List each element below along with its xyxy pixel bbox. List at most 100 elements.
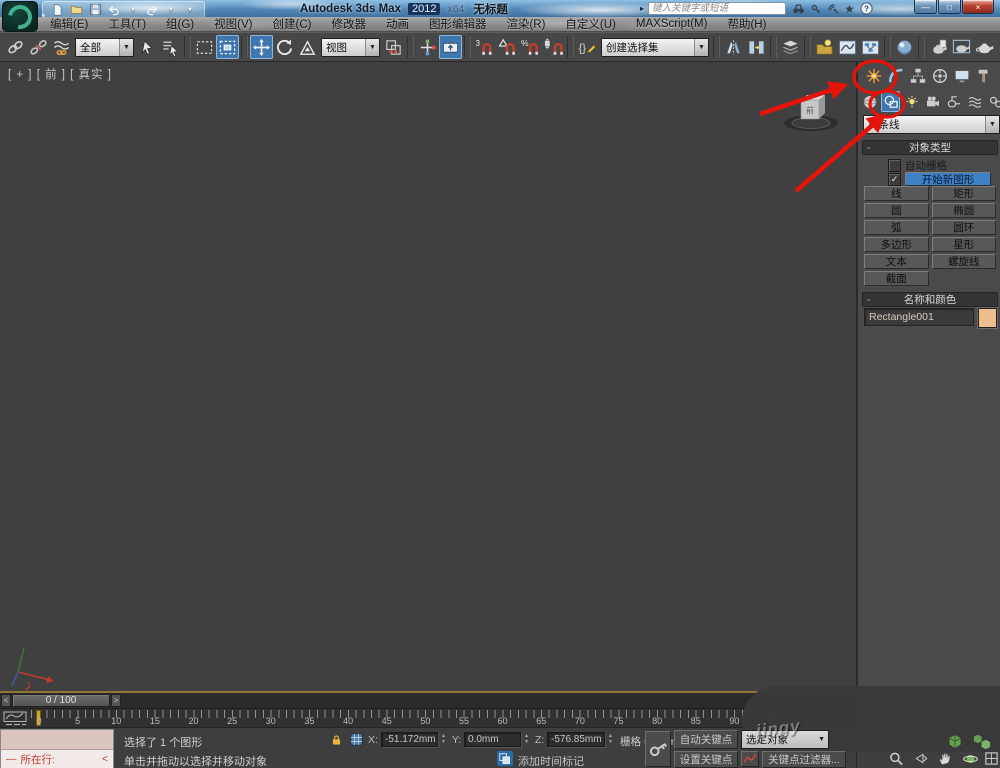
zoom-region-icon[interactable] [888, 751, 905, 767]
graphite-toggle-icon[interactable] [813, 35, 836, 59]
open-file-icon[interactable] [68, 3, 84, 17]
favorites-icon[interactable]: ★ [841, 1, 858, 16]
keyboard-override-toggle-icon[interactable] [439, 35, 462, 59]
unlink-selection-icon[interactable] [27, 35, 50, 59]
shape-button-8[interactable]: 文本 [864, 254, 929, 269]
shape-button-1[interactable]: 矩形 [931, 186, 996, 201]
edit-named-selections-icon[interactable]: {} [576, 35, 599, 59]
menu-item-1[interactable]: 工具(T) [98, 16, 156, 32]
collapse-icon[interactable]: - [867, 294, 871, 306]
menu-item-11[interactable]: 帮助(H) [717, 16, 776, 32]
maximize-viewport-icon[interactable] [984, 751, 999, 766]
shape-button-5[interactable]: 圆环 [931, 220, 996, 235]
search-input[interactable] [648, 2, 787, 15]
orbit-icon[interactable] [961, 751, 980, 767]
help-icon[interactable]: ? [858, 1, 875, 16]
menu-item-9[interactable]: 自定义(U) [555, 16, 625, 32]
x-spinner[interactable]: ▲ ▼ [439, 732, 448, 747]
select-and-move-icon[interactable] [250, 35, 273, 59]
subtab-cameras-icon[interactable] [923, 91, 942, 112]
use-pivot-center-icon[interactable] [382, 35, 405, 59]
search-icon[interactable] [790, 1, 807, 16]
menu-item-8[interactable]: 渲染(R) [496, 16, 555, 32]
tab-utilities-icon[interactable] [974, 65, 993, 86]
named-selection-dropdown[interactable]: 创建选择集 ▼ [601, 37, 709, 57]
schematic-view-icon[interactable] [859, 35, 882, 59]
viewport[interactable] [0, 62, 856, 691]
align-icon[interactable] [745, 35, 768, 59]
select-and-rotate-icon[interactable] [273, 35, 296, 59]
material-editor-icon[interactable] [893, 35, 916, 59]
sign-in-icon[interactable] [807, 1, 824, 16]
select-and-scale-icon[interactable] [296, 35, 319, 59]
subtab-lights-icon[interactable] [902, 91, 921, 112]
pan-hand-icon[interactable] [937, 751, 954, 767]
layer-manager-icon[interactable] [779, 35, 802, 59]
maximize-button[interactable]: □ [938, 0, 961, 14]
object-color-swatch[interactable] [978, 308, 997, 328]
next-frame-button[interactable]: > [111, 694, 121, 707]
shape-button-10[interactable]: 截面 [864, 271, 929, 286]
name-color-rollout-header[interactable]: - 名称和颜色 [862, 292, 998, 307]
subtab-systems-icon[interactable] [986, 91, 1000, 112]
macro-recorder-line[interactable] [1, 730, 113, 750]
y-coord-field[interactable]: 0.0mm [464, 732, 521, 747]
percent-snap-icon[interactable]: % [519, 35, 542, 59]
selection-filter-dropdown[interactable]: 全部 ▼ [75, 37, 134, 57]
rectangular-selection-region-icon[interactable] [193, 35, 216, 59]
autogrid-checkbox[interactable] [888, 159, 901, 172]
rendered-frame-icon[interactable] [950, 35, 973, 59]
menu-item-2[interactable]: 组(G) [156, 16, 204, 32]
shape-button-7[interactable]: 星形 [931, 237, 996, 252]
collapse-icon[interactable]: - [867, 142, 871, 154]
menu-item-3[interactable]: 视图(V) [204, 16, 262, 32]
subtab-spacewarps-icon[interactable] [965, 91, 984, 112]
menu-item-0[interactable]: 编辑(E) [40, 16, 98, 32]
field-of-view-icon[interactable] [914, 751, 929, 766]
time-tag-icon[interactable] [497, 751, 513, 766]
object-type-rollout-header[interactable]: - 对象类型 [862, 140, 998, 155]
subtab-helpers-icon[interactable] [944, 91, 963, 112]
minimize-button[interactable]: — [914, 0, 937, 14]
render-production-icon[interactable] [973, 35, 996, 59]
shape-button-2[interactable]: 圆 [864, 203, 929, 218]
track-bar[interactable]: 0510152025303540455055606570758085909510… [0, 708, 856, 727]
subtab-shapes-icon[interactable] [881, 91, 900, 112]
viewport-label[interactable]: [ + ] [ 前 ] [ 真实 ] [8, 66, 112, 82]
set-keys-button[interactable] [645, 731, 671, 767]
menu-item-10[interactable]: MAXScript(M) [626, 18, 718, 30]
spline-category-dropdown[interactable]: 样条线 ▼ [863, 115, 1000, 134]
object-name-field[interactable]: Rectangle001 [864, 308, 974, 326]
tab-motion-icon[interactable] [930, 65, 949, 86]
add-time-tag[interactable]: 添加时间标记 [518, 753, 584, 768]
key-filters-button[interactable]: 关键点过滤器... [762, 751, 846, 768]
undo-flyout-icon[interactable]: ▾ [125, 3, 141, 17]
prev-frame-button[interactable]: < [1, 694, 11, 707]
subtab-geometry-icon[interactable] [860, 91, 879, 112]
curve-editor-icon[interactable] [836, 35, 859, 59]
z-coord-field[interactable]: -576.85mm [547, 732, 605, 747]
x-coord-field[interactable]: -51.172mm [381, 732, 438, 747]
select-by-name-icon[interactable] [159, 35, 182, 59]
spinner-snap-icon[interactable] [542, 35, 565, 59]
select-and-manipulate-icon[interactable] [416, 35, 439, 59]
search-history-icon[interactable]: ▸ [640, 4, 644, 13]
menu-item-6[interactable]: 动画 [376, 16, 419, 32]
auto-key-button[interactable]: 自动关键点 [674, 730, 738, 749]
start-new-shape-button[interactable]: 开始新图形 [905, 172, 991, 186]
mirror-icon[interactable] [722, 35, 745, 59]
shape-button-9[interactable]: 螺旋线 [931, 254, 996, 269]
window-crossing-toggle-icon[interactable] [216, 35, 239, 59]
zoom-extents-icon[interactable] [946, 733, 964, 750]
listener-line[interactable]: — 所在行: < [1, 750, 113, 768]
time-slider-handle[interactable]: 0 / 100 [12, 694, 110, 707]
reference-coordinate-dropdown[interactable]: 视图 ▼ [321, 37, 380, 57]
absolute-mode-icon[interactable] [349, 732, 364, 747]
select-object-icon[interactable] [136, 35, 159, 59]
maxscript-mini-listener[interactable]: — 所在行: < [0, 729, 114, 768]
menu-item-7[interactable]: 图形编辑器 [419, 16, 497, 32]
viewcube[interactable]: 前 [778, 88, 844, 134]
select-and-link-icon[interactable] [4, 35, 27, 59]
start-new-shape-checkbox[interactable]: ✓ [888, 172, 901, 186]
menu-item-4[interactable]: 创建(C) [262, 16, 321, 32]
